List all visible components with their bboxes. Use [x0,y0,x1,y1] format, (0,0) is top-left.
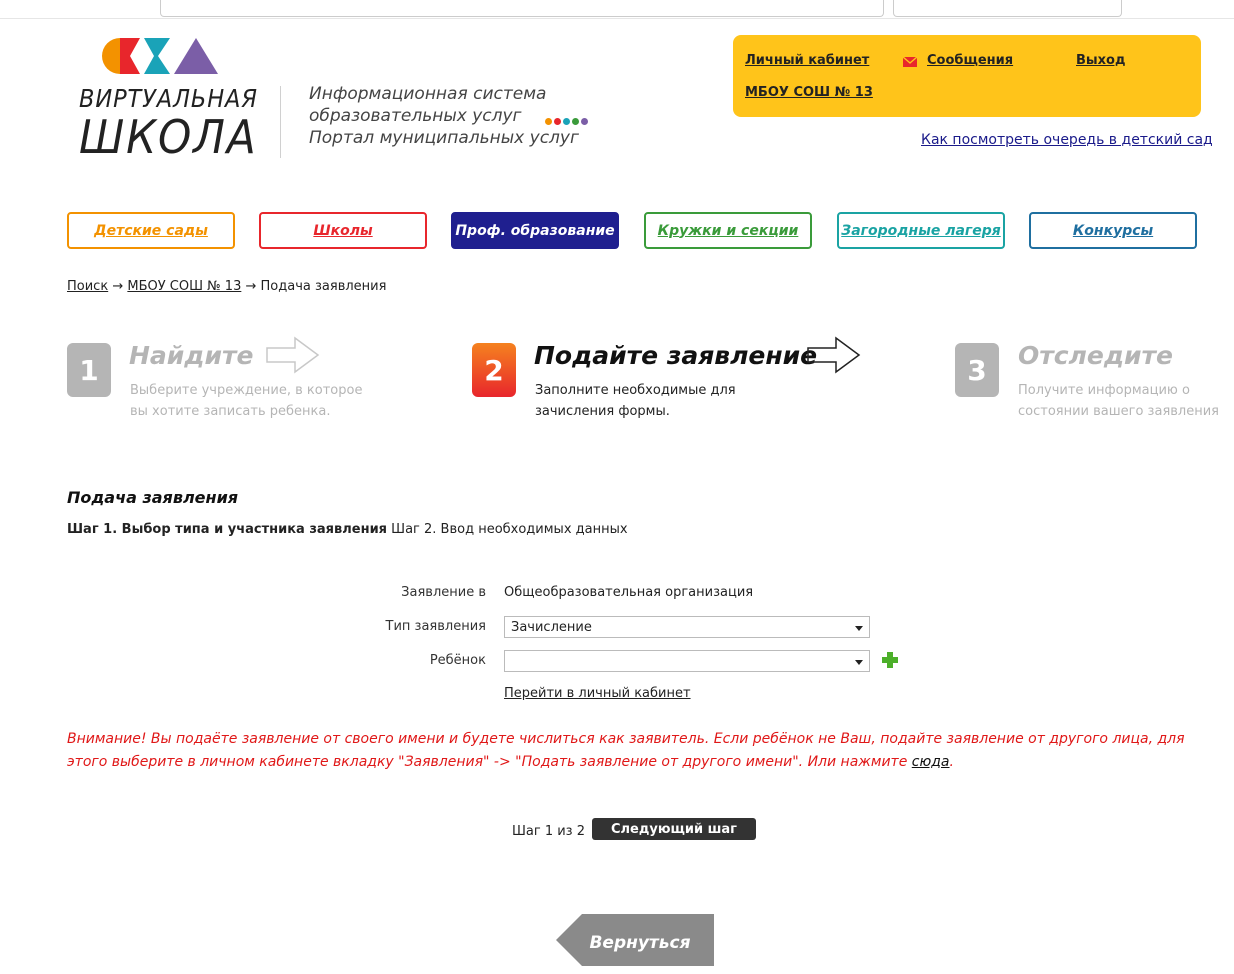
step-desc-1-line1: Выберите учреждение, в которое [130,383,363,398]
dot-icon [581,118,588,125]
dropdown-arrow-icon [855,660,863,665]
user-panel: Личный кабинет Сообщения Выход МБОУ СОШ … [733,35,1201,117]
logo-text-line1: ВИРТУАЛЬНАЯ [79,84,258,113]
arrow-right-icon [266,336,320,374]
cabinet-link[interactable]: Личный кабинет [745,53,869,68]
back-button-label: Вернуться [589,933,690,953]
step-title-1: Найдите [129,341,254,370]
top-search-field[interactable] [160,0,884,17]
step-number-3: 3 [955,343,999,397]
back-button[interactable]: Вернуться [554,912,716,974]
top-divider [0,18,1234,19]
logo-teal-shape [144,38,170,74]
logo-text-line2: ШКОЛА [79,110,258,164]
step-desc-3-line1: Получите информацию о [1018,383,1190,398]
envelope-icon [903,57,917,67]
step-desc-3: Получите информацию о состоянии вашего з… [1018,380,1219,422]
type-label: Тип заявления [385,619,486,634]
breadcrumb: Поиск → МБОУ СОШ № 13 → Подача заявления [67,279,386,294]
breadcrumb-current: Подача заявления [260,279,387,294]
step-desc-1-line2: вы хотите записать ребенка. [130,404,331,419]
tagline-line3: Портал муниципальных услуг [309,128,579,148]
breadcrumb-school-link[interactable]: МБОУ СОШ № 13 [127,279,241,294]
tab-schools[interactable]: Школы [259,212,427,249]
breadcrumb-separator: → [112,279,124,294]
logo-purple-shape [174,38,218,74]
logout-link[interactable]: Выход [1076,53,1125,68]
step-desc-1: Выберите учреждение, в которое вы хотите… [130,380,362,422]
warning-here-link[interactable]: сюда [912,754,950,770]
dot-icon [554,118,561,125]
dot-icon [563,118,570,125]
tab-professional-education[interactable]: Проф. образование [451,212,619,249]
pager-text: Шаг 1 из 2 [512,824,585,839]
type-select-value: Зачисление [511,619,592,635]
org-link[interactable]: МБОУ СОШ № 13 [745,85,873,100]
warning-message: Внимание! Вы подаёте заявление от своего… [67,728,1207,774]
tab-kindergartens[interactable]: Детские сады [67,212,235,249]
wizard-steps: Шаг 1. Выбор типа и участника заявления … [67,522,628,537]
logo-divider [280,86,281,158]
go-to-cabinet-link[interactable]: Перейти в личный кабинет [504,686,691,701]
breadcrumb-separator: → [245,279,257,294]
wizard-step-2: Шаг 2. Ввод необходимых данных [391,522,628,537]
child-select[interactable] [504,650,870,672]
top-secondary-field[interactable] [893,0,1122,17]
tagline-line2: образовательных услуг [309,106,522,126]
dropdown-arrow-icon [855,626,863,631]
wizard-step-1-active: Шаг 1. Выбор типа и участника заявления [67,522,388,537]
org-label: Заявление в [401,585,486,600]
tab-camps[interactable]: Загородные лагеря [837,212,1005,249]
step-number-2: 2 [472,343,516,397]
step-number-1: 1 [67,343,111,397]
warning-text: Внимание! Вы подаёте заявление от своего… [67,731,1185,770]
logo-red-shape [120,38,140,74]
logo-orange-shape [102,38,120,74]
breadcrumb-search-link[interactable]: Поиск [67,279,108,294]
step-desc-2: Заполните необходимые для зачисления фор… [535,380,736,422]
page-title: Подача заявления [67,488,239,507]
dot-icon [545,118,552,125]
tab-contests[interactable]: Конкурсы [1029,212,1197,249]
next-step-button[interactable]: Следующий шаг [592,818,756,840]
tagline-line1: Информационная система [309,84,547,104]
step-desc-3-line2: состоянии вашего заявления [1018,404,1219,419]
step-title-2: Подайте заявление [534,341,818,370]
dot-icon [572,118,579,125]
org-value: Общеобразовательная организация [504,585,754,600]
step-title-3: Отследите [1018,341,1173,370]
logo-mark [102,38,218,74]
step-desc-2-line1: Заполните необходимые для [535,383,736,398]
arrow-right-icon [807,336,861,374]
warning-end: . [949,754,954,770]
kindergarten-queue-link[interactable]: Как посмотреть очередь в детский сад [921,132,1213,148]
add-child-icon[interactable] [882,652,898,668]
type-select[interactable]: Зачисление [504,616,870,638]
child-label: Ребёнок [429,653,486,668]
step-desc-2-line2: зачисления формы. [535,404,670,419]
messages-link[interactable]: Сообщения [927,53,1013,68]
tab-clubs[interactable]: Кружки и секции [644,212,812,249]
